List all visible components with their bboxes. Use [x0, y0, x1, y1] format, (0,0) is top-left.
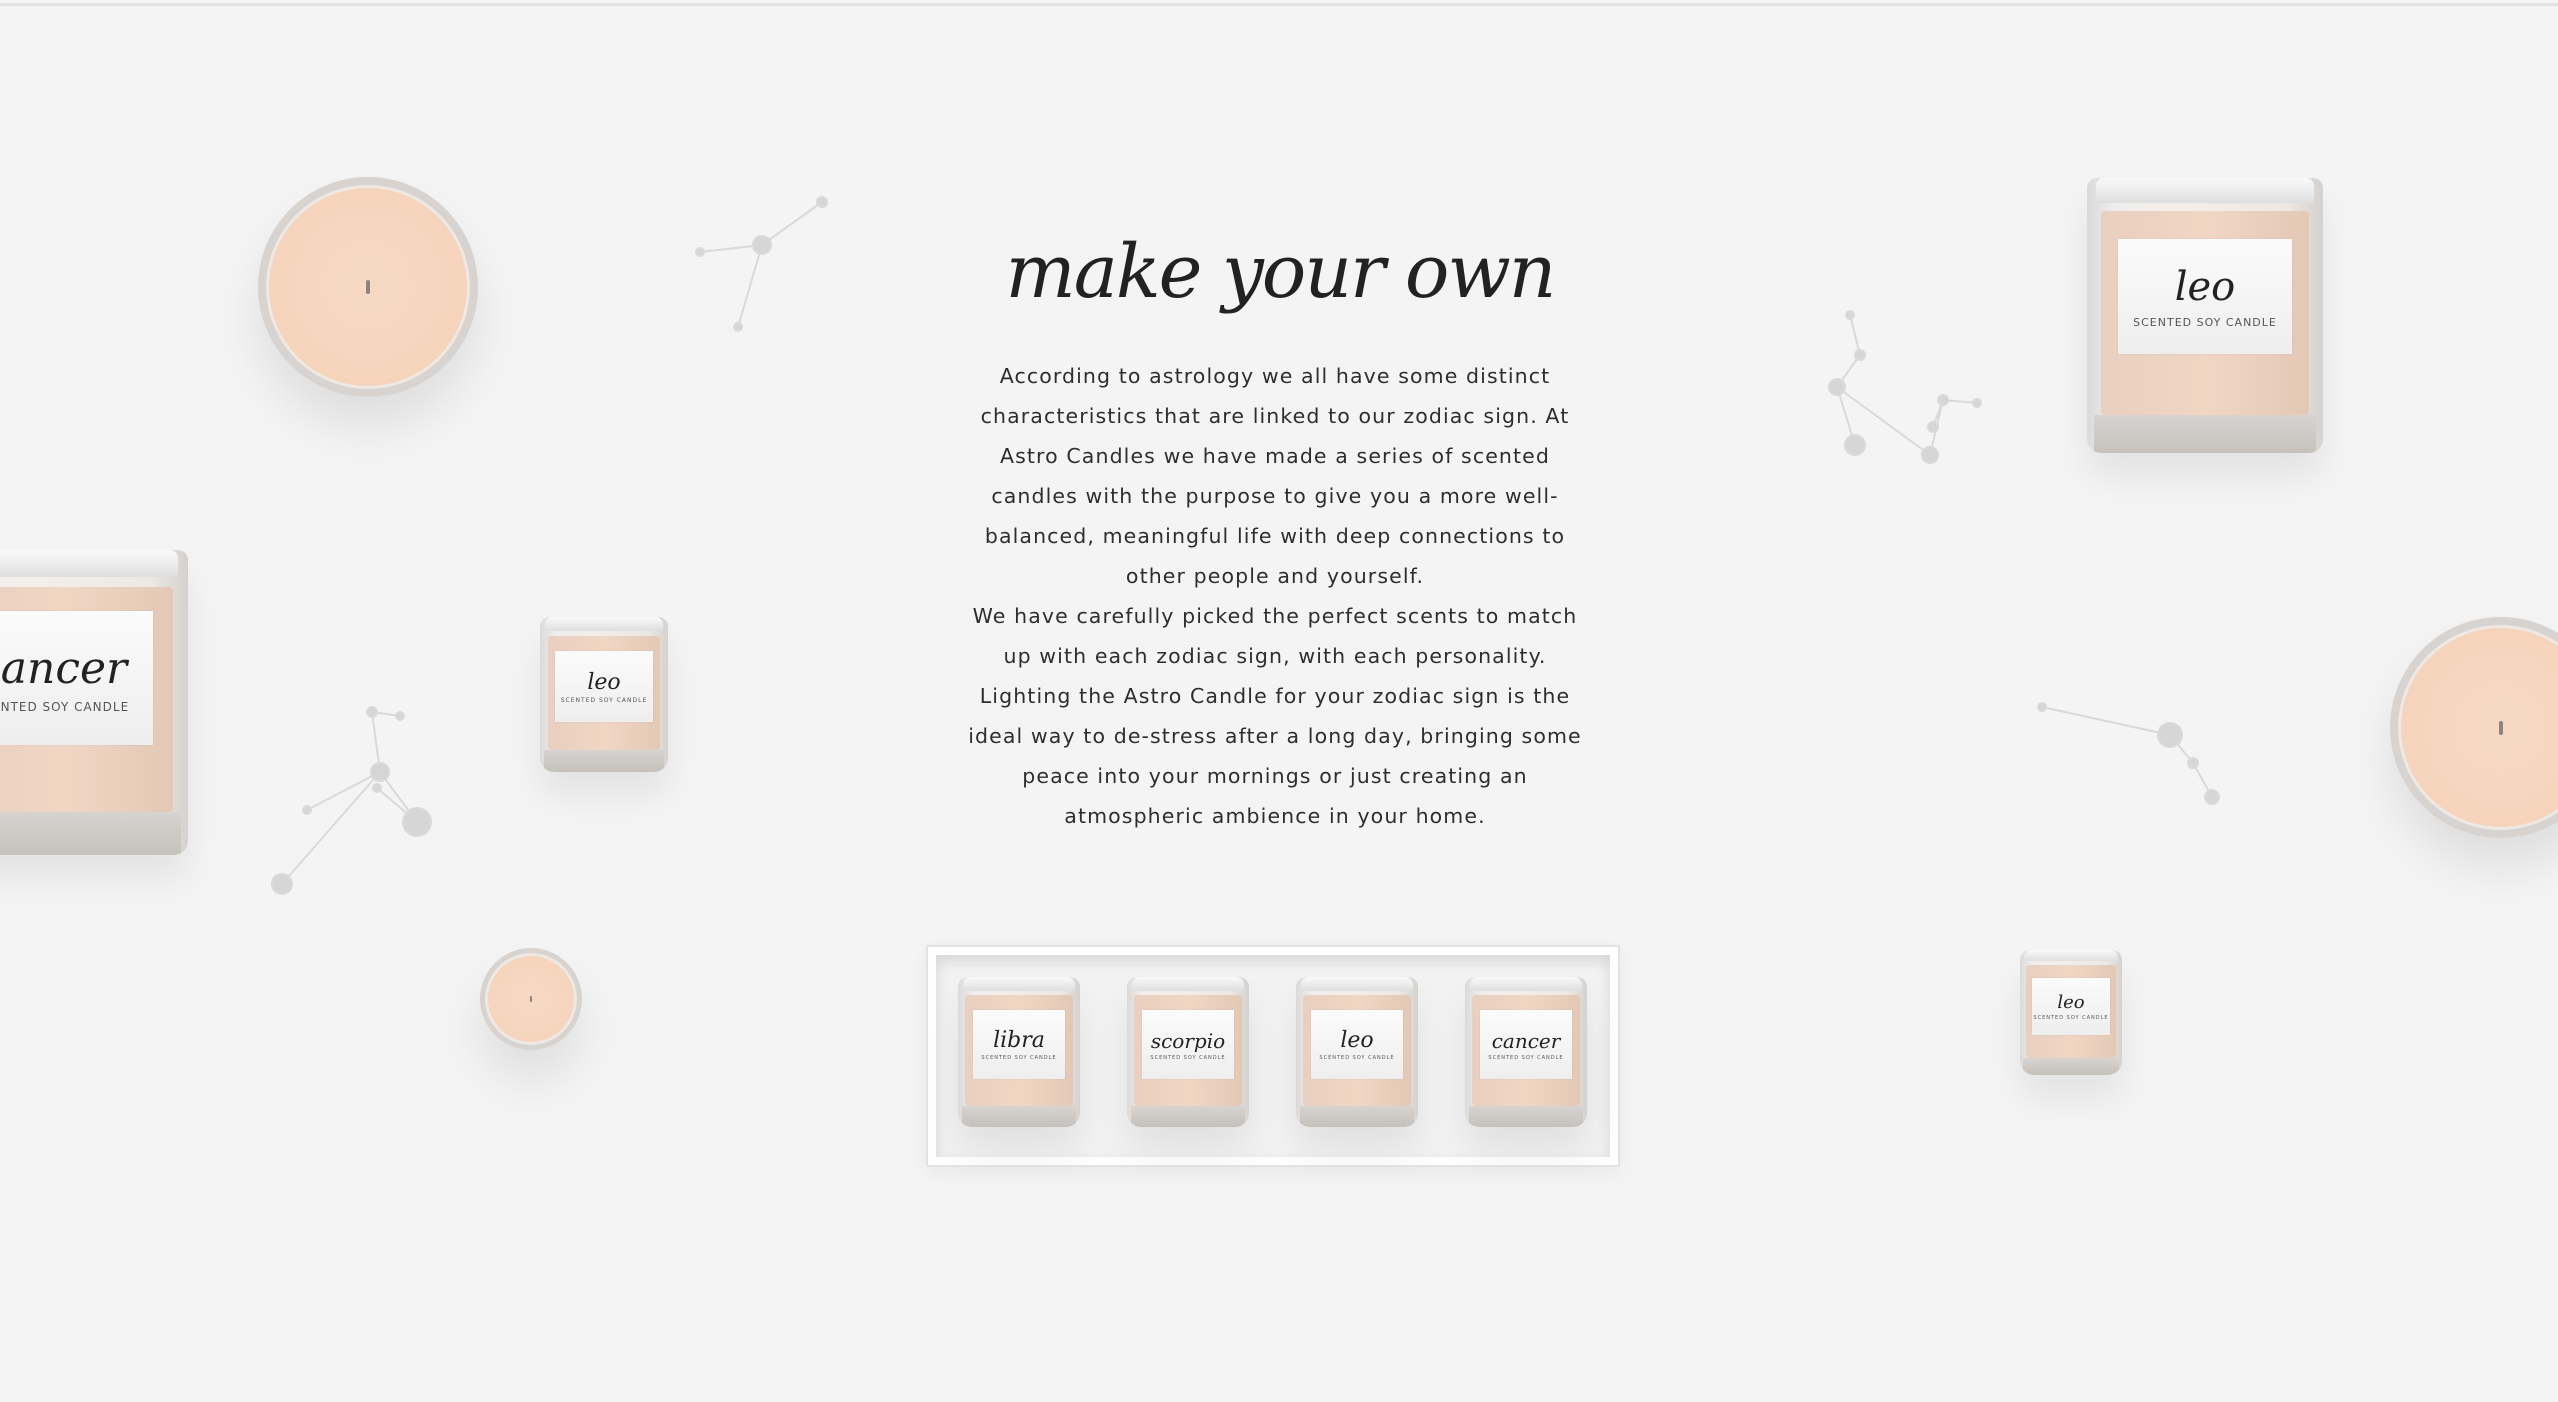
jar-base — [2023, 1057, 2119, 1075]
candle-name: leo — [2174, 263, 2236, 310]
round-candle-small-left — [480, 948, 582, 1050]
scents-paragraph: We have carefully picked the perfect sce… — [968, 604, 1582, 828]
candle-name: cancer — [1491, 1028, 1561, 1053]
candle-subtitle: SCENTED SOY CANDLE — [0, 699, 130, 714]
constellation-top-right — [1828, 310, 1982, 464]
jar-base — [1299, 1106, 1415, 1127]
jar-label: leo SCENTED SOY CANDLE — [1310, 1010, 1404, 1079]
candle-jar-leo-small-left: leo SCENTED SOY CANDLE — [540, 617, 668, 772]
candle-name: leo — [587, 669, 621, 695]
jar-label: leo SCENTED SOY CANDLE — [555, 651, 653, 723]
candle-jar-leo-small-right: leo SCENTED SOY CANDLE — [2020, 950, 2122, 1075]
candle-name: libra — [993, 1028, 1045, 1053]
candle-jar-cancer-large: cancer SCENTED SOY CANDLE — [0, 550, 188, 855]
wick-icon — [2498, 720, 2503, 735]
jar-base — [2094, 414, 2316, 453]
giftbox-candle-libra: libra SCENTED SOY CANDLE — [958, 977, 1080, 1127]
constellation-top-left — [695, 196, 828, 332]
candle-subtitle: SCENTED SOY CANDLE — [1150, 1054, 1226, 1061]
jar-label: cancer SCENTED SOY CANDLE — [1479, 1010, 1573, 1079]
candle-name: cancer — [0, 642, 128, 694]
round-candle-right — [2390, 617, 2558, 838]
jar-label: cancer SCENTED SOY CANDLE — [0, 611, 154, 746]
gift-box: libra SCENTED SOY CANDLE scorpio SCENTED… — [926, 945, 1620, 1167]
heading-text: make your own — [1006, 229, 1555, 315]
candle-subtitle: SCENTED SOY CANDLE — [2033, 1014, 2109, 1021]
jar-label: leo SCENTED SOY CANDLE — [2117, 238, 2293, 354]
candle-subtitle: SCENTED SOY CANDLE — [2133, 315, 2277, 329]
jar-base — [543, 750, 665, 772]
jar-rim — [962, 977, 1076, 991]
jar-rim — [545, 617, 663, 631]
giftbox-candle-leo: leo SCENTED SOY CANDLE — [1296, 977, 1418, 1127]
round-candle-top-left — [258, 177, 478, 397]
intro-paragraph: According to astrology we all have some … — [980, 364, 1570, 588]
jar-rim — [1131, 977, 1245, 991]
jar-label: libra SCENTED SOY CANDLE — [972, 1010, 1066, 1079]
giftbox-candle-scorpio: scorpio SCENTED SOY CANDLE — [1127, 977, 1249, 1127]
jar-base — [1468, 1106, 1584, 1127]
jar-label: scorpio SCENTED SOY CANDLE — [1141, 1010, 1235, 1079]
jar-rim — [0, 550, 179, 578]
jar-label: leo SCENTED SOY CANDLE — [2032, 977, 2110, 1035]
candle-subtitle: SCENTED SOY CANDLE — [560, 696, 648, 704]
section-heading: make your own — [1000, 205, 1560, 355]
wick-icon — [530, 996, 532, 1002]
jar-rim — [1469, 977, 1583, 991]
candle-name: leo — [1340, 1028, 1374, 1053]
constellation-mid-left — [271, 706, 432, 895]
jar-rim — [2096, 178, 2314, 203]
candle-name: scorpio — [1150, 1028, 1226, 1053]
wick-icon — [366, 280, 370, 294]
candle-name: leo — [2057, 991, 2085, 1013]
candle-subtitle: SCENTED SOY CANDLE — [1488, 1054, 1564, 1061]
jar-rim — [2024, 950, 2118, 962]
jar-base — [0, 812, 181, 855]
top-divider — [0, 3, 2558, 6]
jar-rim — [1300, 977, 1414, 991]
constellation-mid-right — [2037, 702, 2220, 805]
giftbox-candle-cancer: cancer SCENTED SOY CANDLE — [1465, 977, 1587, 1127]
jar-base — [961, 1106, 1077, 1127]
candle-jar-leo-large-right: leo SCENTED SOY CANDLE — [2087, 178, 2323, 453]
candle-subtitle: SCENTED SOY CANDLE — [981, 1055, 1057, 1061]
jar-base — [1130, 1106, 1246, 1127]
candle-subtitle: SCENTED SOY CANDLE — [1319, 1055, 1395, 1061]
